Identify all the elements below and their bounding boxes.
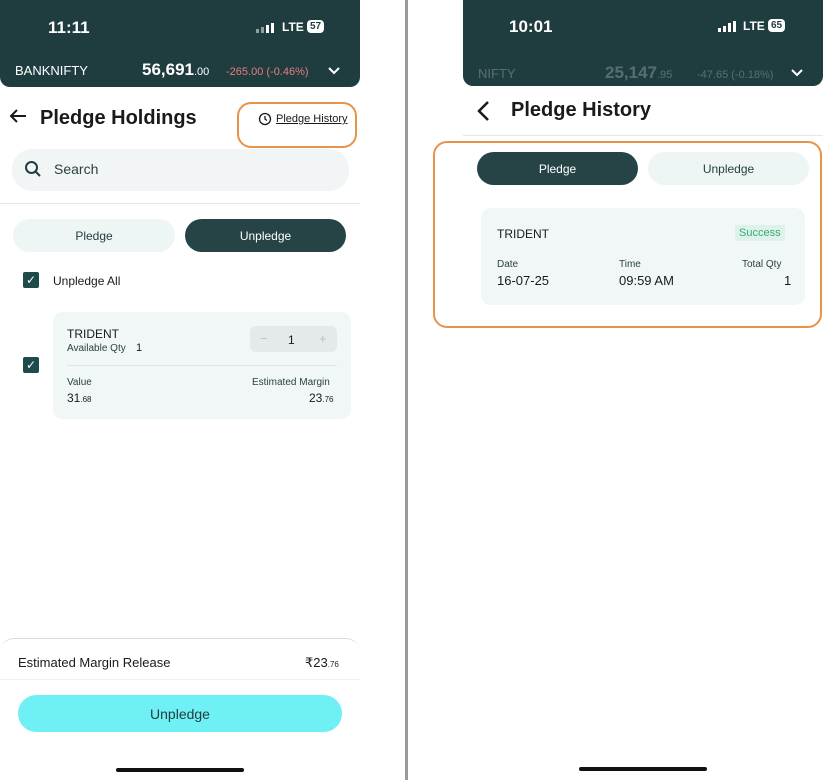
- value-decimal: .68: [80, 395, 92, 404]
- card-divider: [67, 365, 337, 366]
- date-value: 16-07-25: [497, 273, 550, 288]
- release-main: ₹23: [305, 655, 328, 670]
- unpledge-all-label: Unpledge All: [53, 274, 121, 288]
- home-indicator: [116, 768, 244, 772]
- stepper-minus-button[interactable]: −: [260, 331, 268, 346]
- ticker-price-main: 56,691: [142, 60, 194, 79]
- history-stock-name: TRIDENT: [497, 227, 549, 241]
- ticker-name-right: NIFTY: [478, 66, 516, 81]
- page-title-right: Pledge History: [511, 99, 652, 121]
- stepper-value: 1: [288, 333, 295, 347]
- status-badge: Success: [735, 225, 785, 241]
- signal-icon-right: [718, 21, 736, 32]
- chevron-down-icon-right[interactable]: [791, 64, 803, 80]
- date-label: Date: [497, 259, 519, 270]
- back-chevron-icon[interactable]: [476, 100, 490, 127]
- estimated-margin-amount: 23.76: [309, 391, 333, 405]
- battery-icon-right: 65: [768, 19, 786, 32]
- tab-unpledge[interactable]: Unpledge: [185, 219, 346, 252]
- search-icon: [24, 160, 42, 183]
- holding-name: TRIDENT: [67, 327, 119, 341]
- value-label: Value: [67, 377, 92, 388]
- history-card: [481, 208, 805, 305]
- divider: [0, 203, 360, 204]
- signal-icon: [256, 23, 274, 33]
- battery-icon: 57: [307, 20, 325, 33]
- ticker-change: -265.00 (-0.46%): [226, 66, 309, 78]
- total-qty-label: Total Qty: [742, 259, 782, 270]
- value-main: 31: [67, 391, 81, 405]
- status-time-right: 10:01: [509, 17, 553, 36]
- margin-release-amount: ₹23.76: [305, 655, 339, 671]
- status-time: 11:11: [48, 18, 90, 37]
- history-icon[interactable]: [258, 112, 272, 131]
- highlight-box: [237, 102, 357, 148]
- holding-checkbox[interactable]: ✓: [23, 357, 39, 373]
- time-value: 09:59 AM: [619, 273, 674, 288]
- estimated-margin-label: Estimated Margin: [252, 377, 330, 388]
- total-qty-value: 1: [784, 273, 792, 288]
- search-placeholder: Search: [54, 161, 99, 177]
- home-indicator-right: [579, 767, 707, 771]
- network-label: LTE: [282, 20, 304, 34]
- value-amount: 31.68: [67, 391, 91, 405]
- title-divider: [463, 135, 823, 136]
- ticker-price-main-right: 25,147: [605, 63, 657, 82]
- ticker-name[interactable]: BANKNIFTY: [15, 63, 88, 78]
- tab-pledge[interactable]: Pledge: [13, 219, 175, 252]
- ticker-price: 56,691.00: [142, 60, 209, 80]
- ticker-change-right: -47.65 (-0.18%): [697, 69, 774, 81]
- screen-separator: [405, 0, 408, 780]
- margin-decimal: .76: [322, 395, 334, 404]
- pledge-history-link[interactable]: Pledge History: [276, 113, 348, 125]
- release-decimal: .76: [327, 660, 339, 669]
- available-qty-label: Available Qty: [67, 343, 126, 354]
- ticker-price-decimal-right: .95: [657, 69, 673, 81]
- ticker-price-decimal: .00: [194, 66, 210, 78]
- tab-unpledge-right[interactable]: Unpledge: [648, 152, 809, 185]
- stepper-plus-button[interactable]: +: [319, 331, 327, 346]
- unpledge-all-checkbox[interactable]: ✓: [23, 272, 39, 288]
- footer-divider: [0, 679, 360, 680]
- network-label-right: LTE: [743, 19, 765, 33]
- back-arrow-icon[interactable]: [8, 106, 28, 132]
- available-qty-value: 1: [136, 342, 143, 354]
- margin-release-label: Estimated Margin Release: [18, 655, 171, 670]
- page-title: Pledge Holdings: [40, 107, 197, 129]
- tab-pledge-right[interactable]: Pledge: [477, 152, 638, 185]
- chevron-down-icon[interactable]: [328, 62, 340, 78]
- ticker-price-right: 25,147.95: [605, 63, 672, 83]
- margin-main: 23: [309, 391, 323, 405]
- time-label: Time: [619, 259, 641, 270]
- unpledge-button[interactable]: Unpledge: [18, 695, 342, 732]
